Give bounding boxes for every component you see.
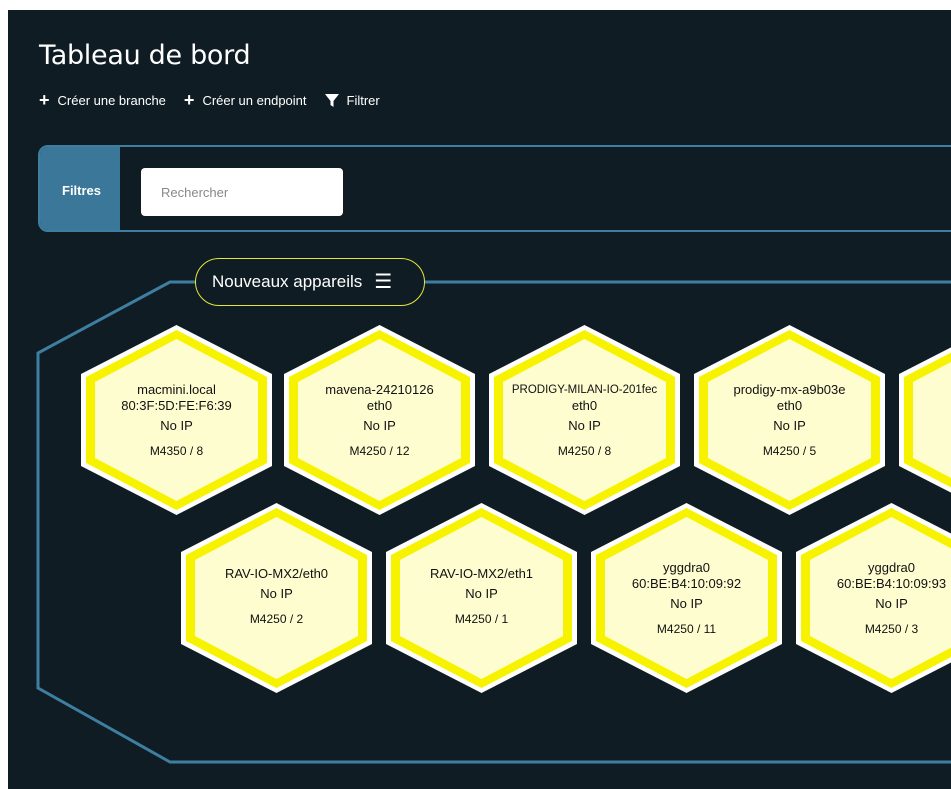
device-name: mavena-24210126 [325, 382, 434, 397]
device-model: M4250 / 1 [454, 612, 509, 626]
hamburger-menu-icon[interactable]: ☰ [374, 272, 392, 292]
device-model: M4250 / 12 [349, 444, 410, 458]
device-name: yggdra0 [868, 560, 915, 575]
device-ip: No IP [670, 596, 703, 611]
device-name: macmini.local [137, 382, 216, 397]
device-ip: No IP [363, 418, 396, 433]
device-hex[interactable]: yggdra0 60:BE:B4:10:09:93 No IP M4250 / 3 [791, 500, 951, 696]
device-hex[interactable]: RAV-IO-MX2/eth0 No IP M4250 / 2 [176, 500, 377, 696]
group-label-text: Nouveaux appareils [212, 272, 363, 291]
device-model: M4250 / 5 [762, 444, 817, 458]
device-info: RAV-IO-MX2/eth0 No IP M4250 / 2 [198, 566, 355, 627]
device-ip: No IP [465, 586, 498, 601]
device-model: M4250 / 8 [557, 444, 612, 458]
device-model: M4250 / 11 [656, 622, 717, 636]
device-ip: No IP [875, 596, 908, 611]
device-name: prodigy-mx-a9b03e [733, 382, 846, 397]
device-info: PRODI [916, 388, 951, 413]
hexagon-shape [899, 347, 951, 493]
device-hex[interactable]: prodigy-mx-a9b03e eth0 No IP M4250 / 5 [689, 322, 890, 518]
device-interface: eth0 [571, 398, 598, 413]
device-ip: No IP [773, 418, 806, 433]
device-ip: No IP [260, 586, 293, 601]
device-ip: No IP [568, 418, 601, 433]
device-info: macmini.local 80:3F:5D:FE:F6:39 No IP M4350… [98, 382, 255, 459]
device-interface: 80:3F:5D:FE:F6:39 [121, 398, 232, 413]
device-name: RAV-IO-MX2/eth0 [224, 566, 329, 581]
device-hex[interactable]: RAV-IO-MX2/eth1 No IP M4250 / 1 [381, 500, 582, 696]
device-info: prodigy-mx-a9b03e eth0 No IP M4250 / 5 [711, 382, 868, 459]
group-label-new-devices[interactable]: Nouveaux appareils ☰ [195, 258, 425, 306]
device-interface: eth0 [776, 398, 803, 413]
device-info: PRODIGY-MILAN-IO-201fec eth0 No IP M4250 / … [506, 382, 663, 459]
device-hex[interactable]: mavena-24210126 eth0 No IP M4250 / 12 [279, 322, 480, 518]
device-model: M4250 / 3 [864, 622, 919, 636]
device-info: yggdra0 60:BE:B4:10:09:92 No IP M4250 / 11 [608, 560, 765, 637]
device-hex[interactable]: PRODIGY-MILAN-IO-201fec eth0 No IP M4250 / … [484, 322, 685, 518]
device-model: M4350 / 8 [149, 444, 204, 458]
device-name: PRODIGY-MILAN-IO-201fec [511, 384, 658, 396]
device-name: yggdra0 [663, 560, 710, 575]
device-model: M4250 / 2 [249, 612, 304, 626]
device-interface: 60:BE:B4:10:09:92 [631, 576, 742, 591]
device-hex[interactable]: PRODI [894, 322, 951, 518]
device-hex[interactable]: yggdra0 60:BE:B4:10:09:92 No IP M4250 / 11 [586, 500, 787, 696]
device-interface: eth0 [366, 398, 393, 413]
device-info: yggdra0 60:BE:B4:10:09:93 No IP M4250 / 3 [813, 560, 951, 637]
device-interface: 60:BE:B4:10:09:93 [836, 576, 947, 591]
device-info: RAV-IO-MX2/eth1 No IP M4250 / 1 [403, 566, 560, 627]
device-name: PRODI [916, 388, 951, 404]
device-hex[interactable]: macmini.local 80:3F:5D:FE:F6:39 No IP M4350… [76, 322, 277, 518]
device-name: RAV-IO-MX2/eth1 [429, 566, 534, 581]
device-ip: No IP [160, 418, 193, 433]
dashboard: Tableau de bord + Créer une branche + Cr… [8, 10, 951, 789]
device-info: mavena-24210126 eth0 No IP M4250 / 12 [301, 382, 458, 459]
